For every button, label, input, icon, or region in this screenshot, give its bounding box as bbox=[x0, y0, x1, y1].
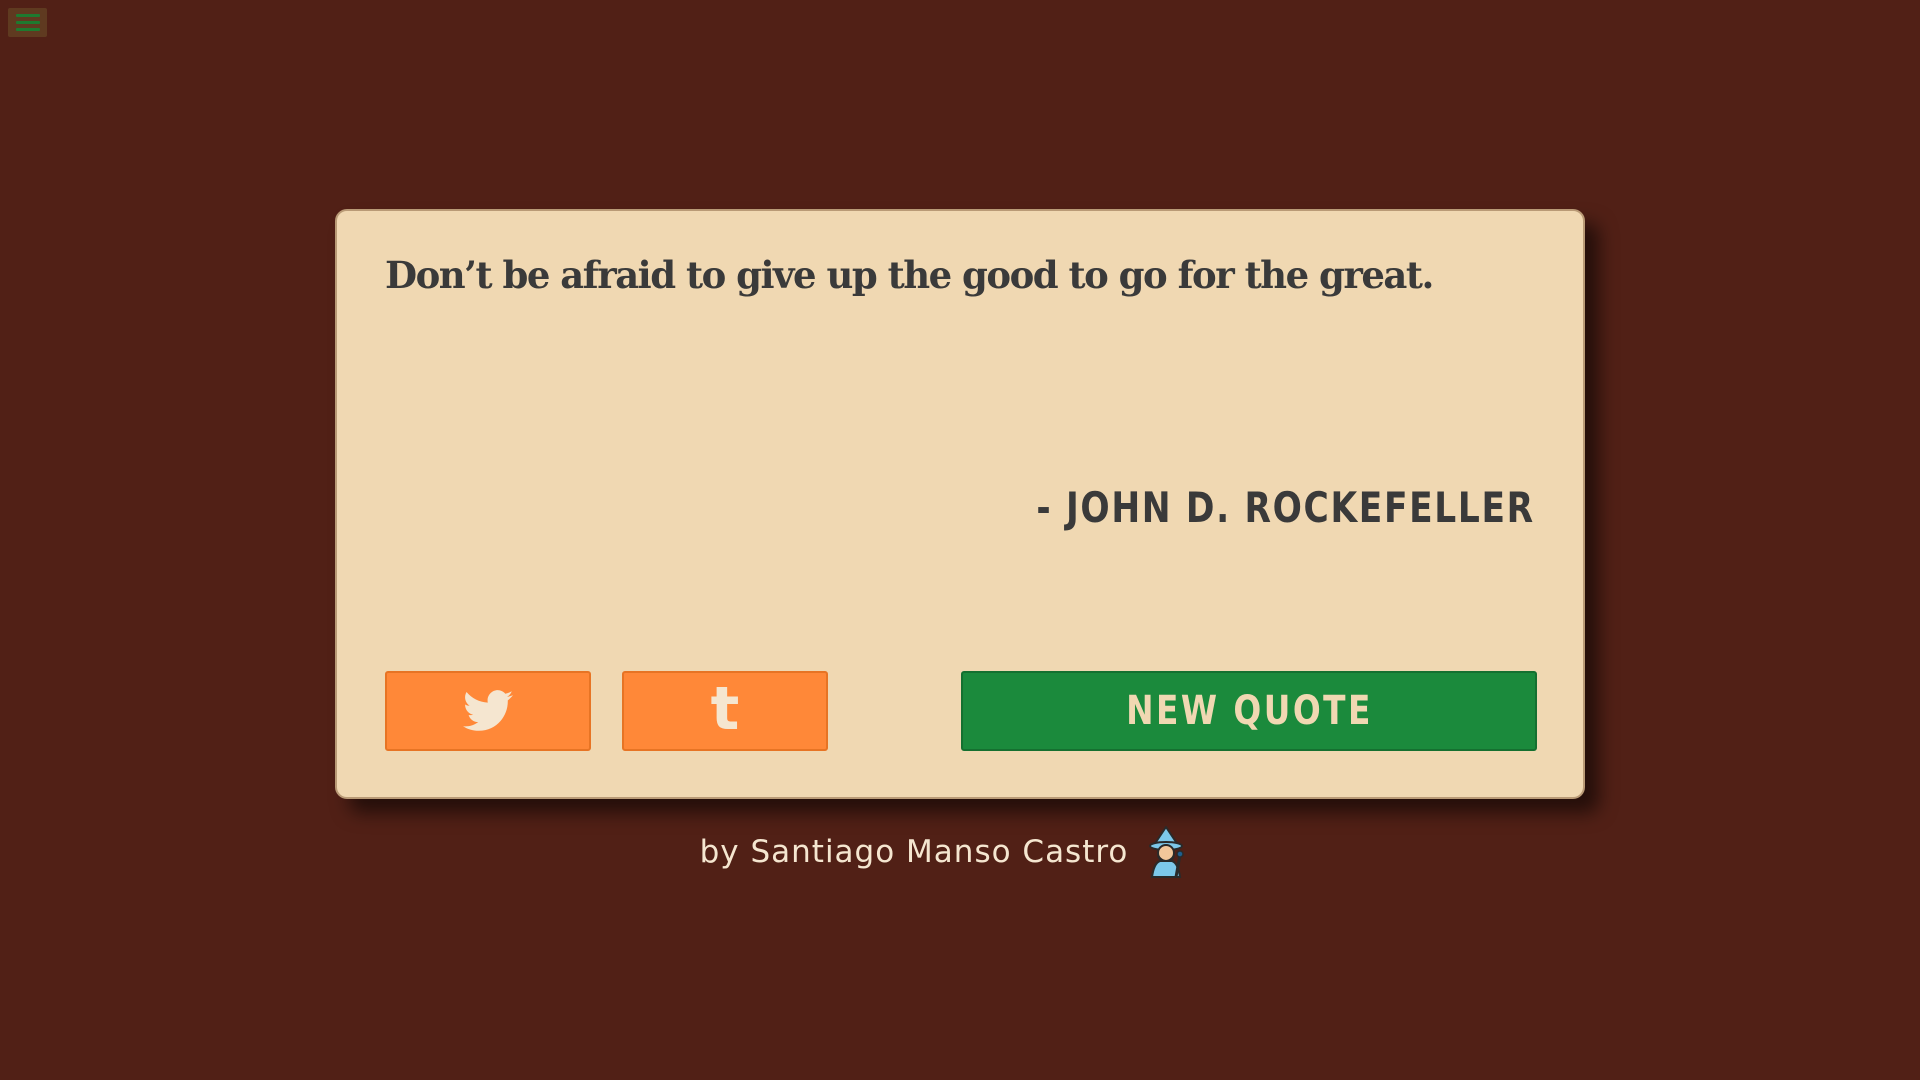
quote-card: Don’t be afraid to give up the good to g… bbox=[335, 209, 1585, 799]
mage-icon bbox=[1149, 826, 1185, 878]
hamburger-icon-bar-top bbox=[15, 14, 40, 17]
quote-text: Don’t be afraid to give up the good to g… bbox=[385, 253, 1434, 297]
footer: by Santiago Manso Castro bbox=[0, 825, 1920, 879]
quote-author: - JOHN D. ROCKEFELLER bbox=[1036, 483, 1535, 532]
hamburger-icon-bar-middle bbox=[15, 21, 40, 24]
twitter-icon bbox=[463, 690, 513, 731]
menu-button[interactable] bbox=[8, 8, 47, 37]
tumblr-icon: t bbox=[710, 674, 740, 744]
new-quote-label: NEW QUOTE bbox=[1125, 688, 1373, 734]
new-quote-button[interactable]: NEW QUOTE bbox=[961, 671, 1537, 751]
tweet-button[interactable] bbox=[385, 671, 591, 751]
hamburger-icon-bar-bottom bbox=[15, 28, 40, 31]
tumblr-button[interactable]: t bbox=[622, 671, 828, 751]
footer-credit[interactable]: by Santiago Manso Castro bbox=[700, 834, 1129, 870]
